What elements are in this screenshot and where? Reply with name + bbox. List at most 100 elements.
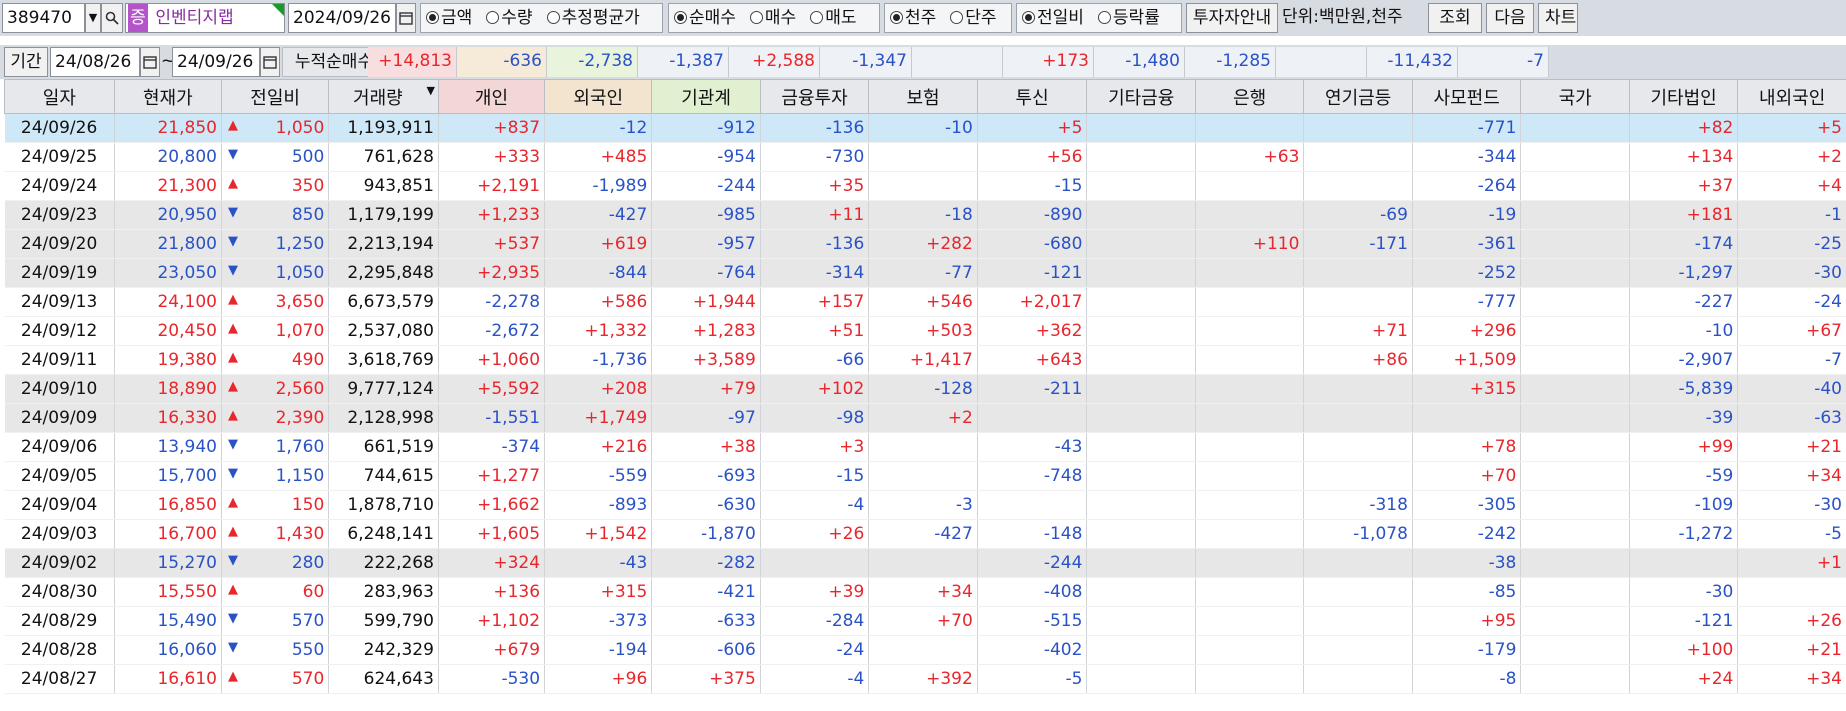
chart-button[interactable]: 차트 — [1538, 3, 1578, 33]
investor-value-cell: -606 — [651, 635, 761, 665]
column-header[interactable]: 연기금등 — [1303, 79, 1413, 114]
volume-cell: 242,329 — [328, 635, 439, 665]
column-header[interactable]: 거래량 ▼ — [328, 79, 439, 114]
column-header[interactable]: 기타법인 — [1628, 79, 1739, 114]
table-row[interactable]: 24/09/20 21,800 ▼ 1,250 2,213,194 +537 +619 -95… — [4, 229, 1846, 259]
compare-radio[interactable]: 전일비 — [1022, 8, 1084, 28]
investor-value-cell — [1520, 548, 1630, 578]
table-row[interactable]: 24/09/13 24,100 ▲ 3,650 6,673,579 -2,278 +586 +… — [4, 287, 1846, 317]
table-row[interactable]: 24/09/10 18,890 ▲ 2,560 9,777,124 +5,592 +208 +… — [4, 374, 1846, 404]
column-header[interactable]: 기관계 — [651, 79, 761, 114]
table-row[interactable]: 24/08/28 16,060 ▼ 550 242,329 +679 -194 -606 -24… — [4, 635, 1846, 665]
table-row[interactable]: 24/08/30 15,550 ▲ 60 283,963 +136 +315 -421 +39 +… — [4, 577, 1846, 607]
investor-value-cell: -730 — [760, 142, 870, 172]
change-cell: ▲ 1,070 — [221, 316, 330, 346]
column-header[interactable]: 기타금융 — [1086, 79, 1196, 114]
date-cell: 24/09/24 — [4, 171, 115, 201]
investor-value-cell: -748 — [977, 461, 1088, 491]
stock-code-input[interactable]: 389470 — [2, 3, 85, 33]
investor-value-cell: +1,542 — [544, 519, 653, 549]
table-row[interactable]: 24/09/09 16,330 ▲ 2,390 2,128,998 -1,551 +1,74… — [4, 403, 1846, 433]
column-header[interactable]: 전일비 — [220, 79, 330, 114]
investor-value-cell: -242 — [1412, 519, 1522, 549]
volume-cell: 3,618,769 — [328, 345, 439, 375]
table-row[interactable]: 24/09/12 20,450 ▲ 1,070 2,537,080 -2,672 +1,33… — [4, 316, 1846, 346]
investor-value-cell — [1086, 113, 1196, 143]
table-row[interactable]: 24/09/02 15,270 ▼ 280 222,268 +324 -43 -282 -244… — [4, 548, 1846, 578]
investor-guide-button[interactable]: 투자자안내 — [1186, 3, 1278, 33]
change-value: 490 — [291, 350, 325, 370]
sort-dropdown-icon[interactable]: ▼ — [426, 84, 434, 97]
unit_type-radio[interactable]: 금액 — [426, 8, 472, 28]
table-row[interactable]: 24/09/04 16,850 ▲ 150 1,878,710 +1,662 -893 -63… — [4, 490, 1846, 520]
investor-value-cell — [1195, 171, 1305, 201]
table-row[interactable]: 24/09/19 23,050 ▼ 1,050 2,295,848 +2,935 -844-… — [4, 258, 1846, 288]
cumulative-value: -2,738 — [547, 47, 638, 77]
investor-value-cell: -39 — [1629, 403, 1739, 433]
investor-value-cell: +375 — [651, 664, 761, 694]
investor-value-cell — [1195, 490, 1305, 520]
radio-icon — [950, 11, 964, 24]
investor-value-cell — [1086, 258, 1196, 288]
investor-value-cell — [1520, 113, 1630, 143]
table-row[interactable]: 24/08/27 16,610 ▲ 570 624,643 -530 +96 +375 -4 +3… — [4, 664, 1846, 694]
compare-radio[interactable]: 등락률 — [1097, 8, 1160, 28]
price-cell: 16,850 — [114, 490, 222, 520]
change-cell: ▼ 280 — [221, 548, 330, 578]
column-header[interactable]: 개인 — [437, 79, 546, 114]
investor-value-cell: +34 — [868, 577, 978, 607]
investor-value-cell: +296 — [1412, 316, 1522, 346]
column-header[interactable]: 금융투자 — [759, 79, 870, 114]
search-icon[interactable] — [101, 3, 123, 33]
table-row[interactable]: 24/09/26 21,850 ▲ 1,050 1,193,911 +837 -12 -912… — [4, 113, 1846, 143]
change-value: 1,050 — [275, 263, 325, 283]
column-header[interactable]: 일자 — [4, 79, 115, 114]
share_unit-radio[interactable]: 단주 — [950, 8, 997, 28]
query-button[interactable]: 조회 — [1428, 3, 1482, 33]
corner-marker-icon — [272, 4, 284, 16]
cumulative-value: -11,432 — [1367, 47, 1458, 77]
investor-value-cell — [1086, 200, 1196, 230]
table-row[interactable]: 24/09/24 21,300 ▲ 350 943,851 +2,191 -1,989 -24… — [4, 171, 1846, 201]
investor-value-cell — [1520, 403, 1630, 433]
share_unit-radio[interactable]: 천주 — [890, 8, 936, 28]
investor-value-cell — [1303, 113, 1413, 143]
column-header[interactable]: 보험 — [868, 79, 978, 114]
investor-value-cell: -30 — [1629, 577, 1739, 607]
column-header[interactable]: 투신 — [976, 79, 1088, 114]
column-header[interactable]: 국가 — [1520, 79, 1630, 114]
table-row[interactable]: 24/09/25 20,800 ▼ 500 761,628 +333 +485 -954 -73… — [4, 142, 1846, 172]
table-row[interactable]: 24/09/03 16,700 ▲ 1,430 6,248,141 +1,605 +1,54… — [4, 519, 1846, 549]
change-cell: ▼ 550 — [221, 635, 330, 665]
column-header-label: 내외국인 — [1759, 87, 1826, 109]
date-input[interactable]: 2024/09/26 — [288, 3, 396, 33]
trade_type-radio[interactable]: 매도 — [810, 8, 856, 28]
stock-name-field[interactable]: 증 인벤티지랩 — [125, 3, 285, 33]
trade_type-radio[interactable]: 순매수 — [674, 8, 736, 28]
date-cell: 24/09/26 — [4, 113, 115, 143]
table-row[interactable]: 24/09/06 13,940 ▼ 1,760 661,519 -374 +216 +38 +3… — [4, 432, 1846, 462]
column-header-label: 보험 — [906, 87, 940, 109]
investor-value-cell: +315 — [544, 577, 653, 607]
column-header[interactable]: 사모펀드 — [1411, 79, 1522, 114]
unit_type-radio[interactable]: 추정평균가 — [546, 8, 640, 28]
cumulative-value: +2,588 — [729, 47, 820, 77]
investor-value-cell: -174 — [1629, 229, 1739, 259]
radio-icon — [890, 11, 903, 24]
investor-value-cell: -890 — [977, 200, 1088, 230]
column-header[interactable]: 내외국인 — [1737, 79, 1846, 114]
table-row[interactable]: 24/09/11 19,380 ▲ 490 3,618,769 +1,060 -1,736 +… — [4, 345, 1846, 375]
arrow-up-icon: ▲ — [227, 321, 238, 336]
next-button[interactable]: 다음 — [1486, 3, 1534, 33]
trade_type-radio[interactable]: 매수 — [749, 8, 796, 28]
table-row[interactable]: 24/09/23 20,950 ▼ 850 1,179,199 +1,233 -427 -98… — [4, 200, 1846, 230]
calendar-icon[interactable] — [396, 3, 416, 33]
arrow-down-icon: ▼ — [227, 147, 238, 162]
unit_type-radio[interactable]: 수량 — [486, 8, 533, 28]
column-header[interactable]: 은행 — [1194, 79, 1305, 114]
table-row[interactable]: 24/09/05 15,700 ▼ 1,150 744,615 +1,277 -559 -69… — [4, 461, 1846, 491]
table-row[interactable]: 24/08/29 15,490 ▼ 570 599,790 +1,102 -373 -633-… — [4, 606, 1846, 636]
chevron-down-icon[interactable]: ▼ — [85, 3, 101, 33]
column-header[interactable]: 현재가 — [113, 79, 222, 114]
column-header[interactable]: 외국인 — [544, 79, 653, 114]
